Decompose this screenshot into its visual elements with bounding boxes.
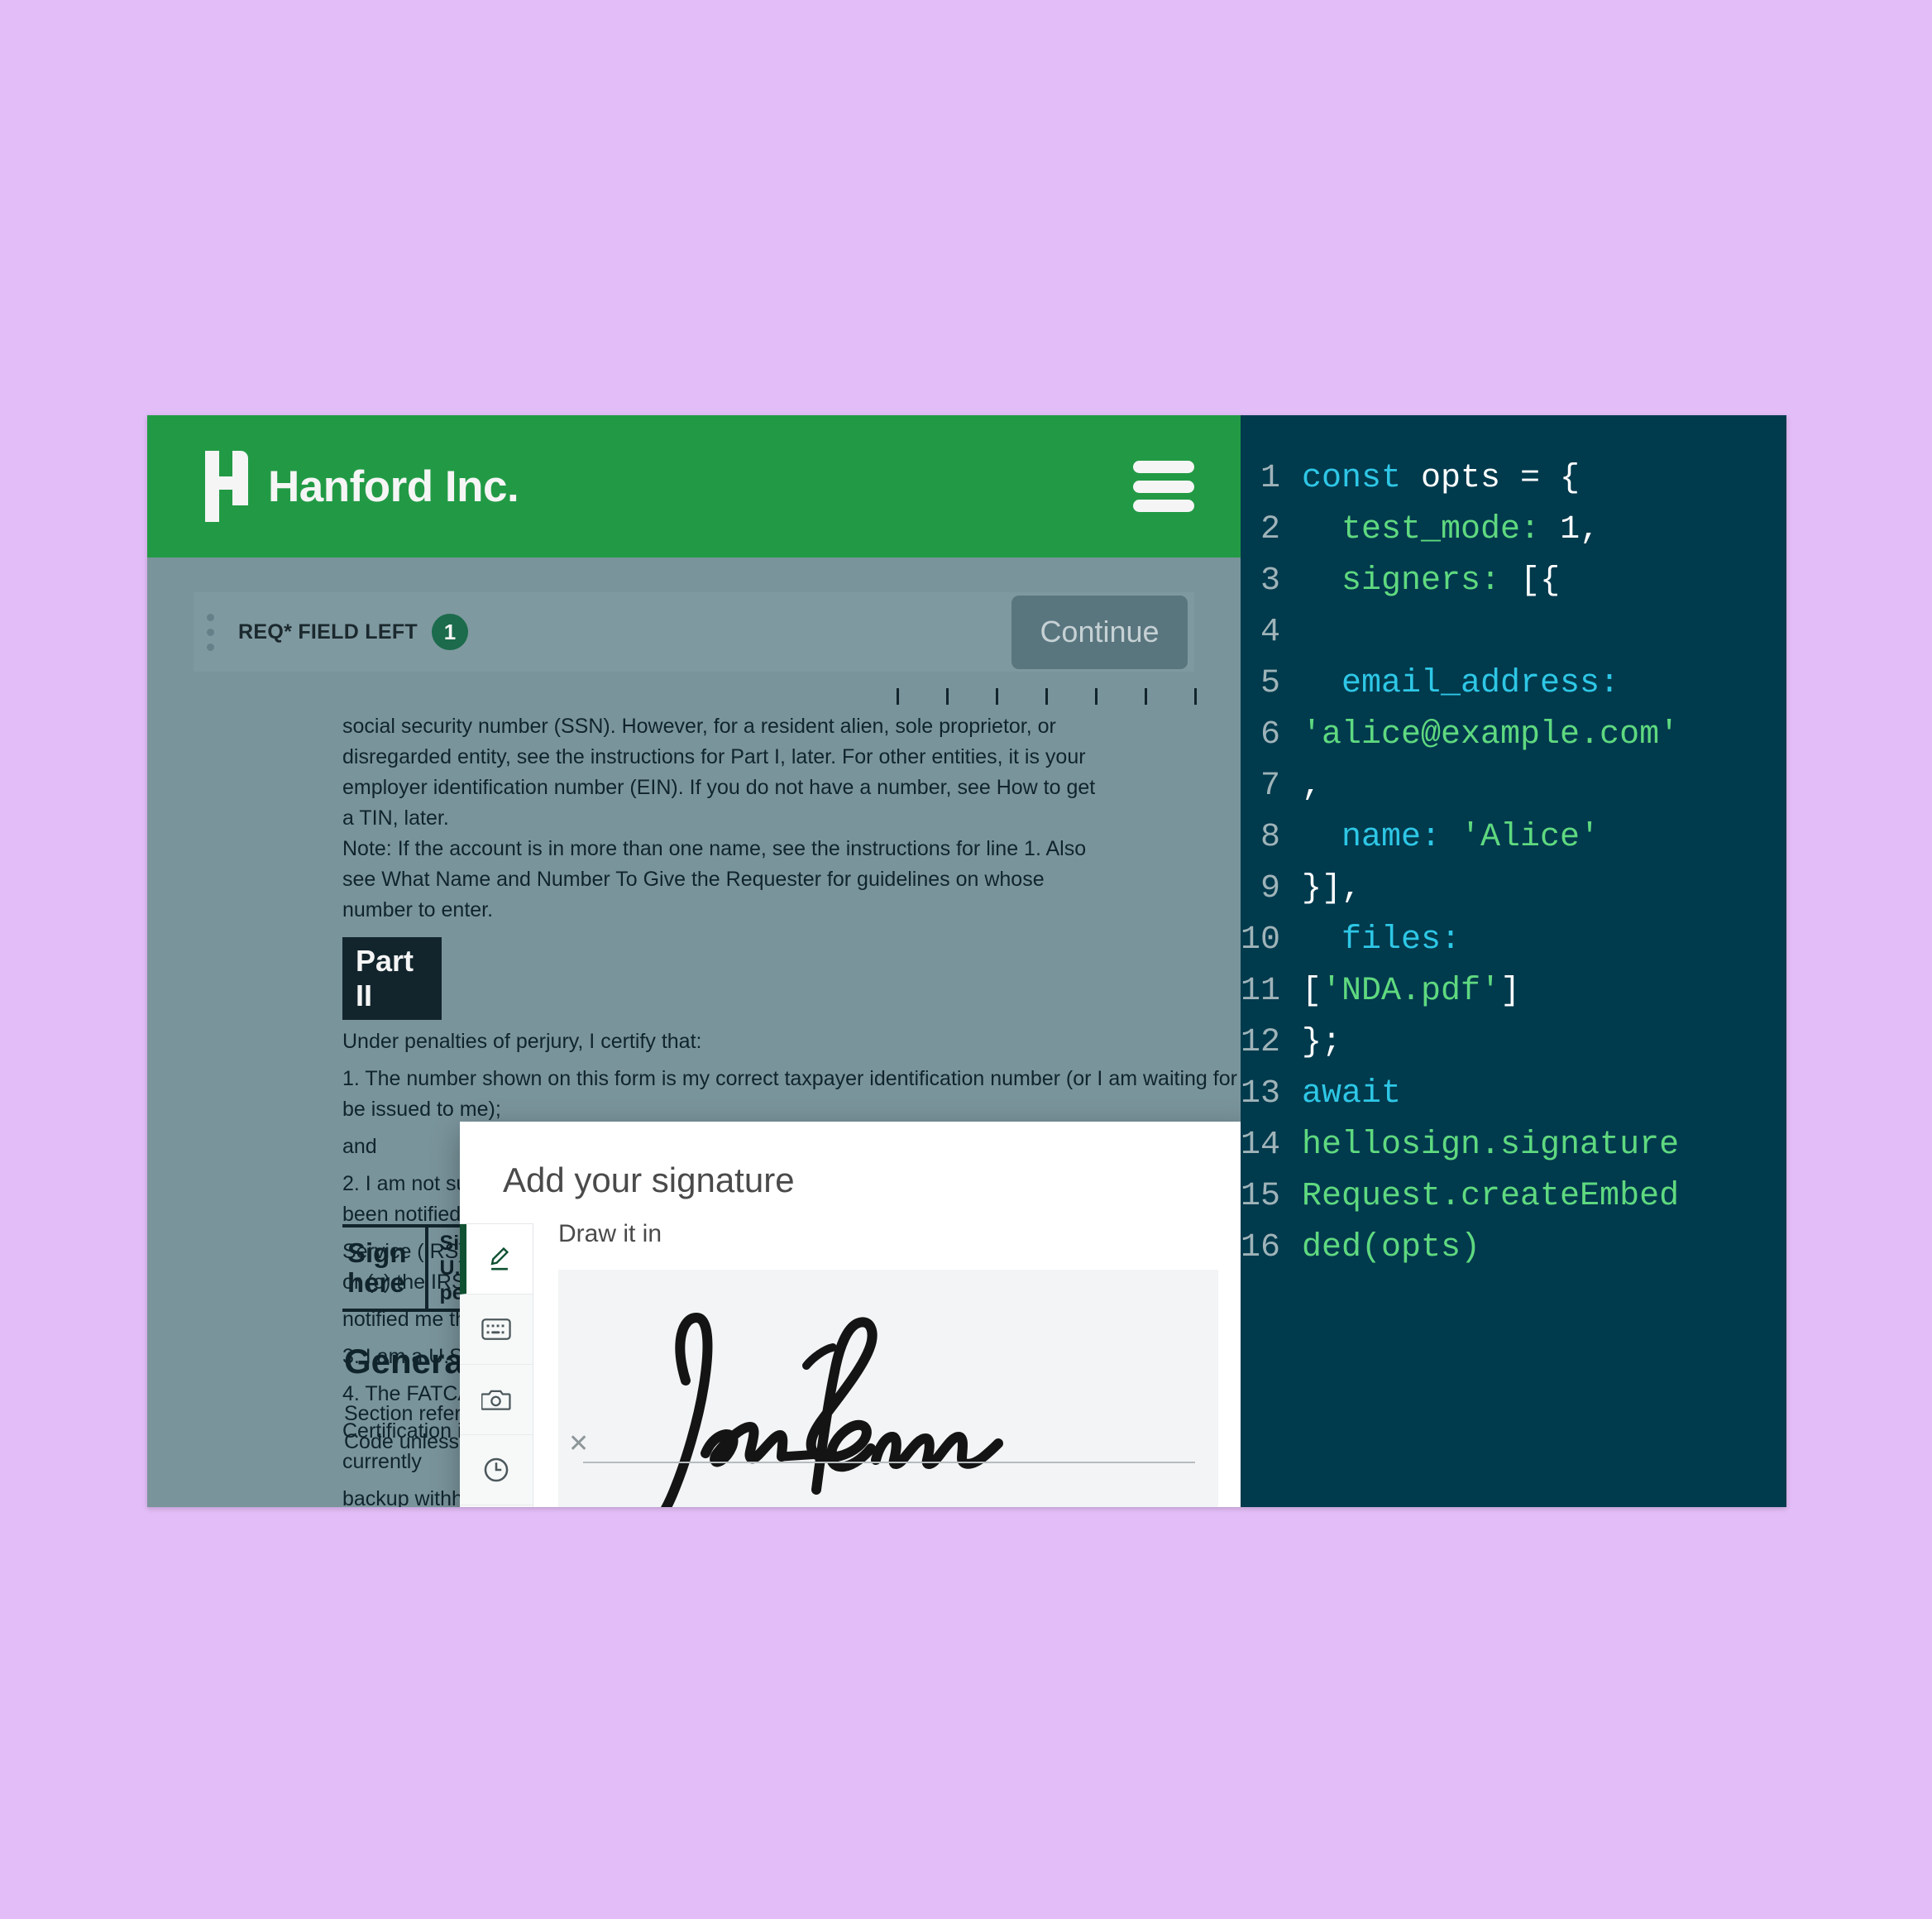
code-line-number: 9 xyxy=(1260,870,1280,907)
signing-app-panel: Hanford Inc. REQ* FIELD LEFT 1 Continue … xyxy=(147,415,1241,1507)
code-line: 5 email_address: xyxy=(1241,658,1786,710)
code-line-number: 2 xyxy=(1260,511,1280,548)
code-line: 13 await xyxy=(1241,1069,1786,1120)
form-tick-marks xyxy=(342,688,1241,711)
tab-upload[interactable] xyxy=(460,1365,533,1435)
signature-drawing xyxy=(661,1313,1003,1507)
code-line: 11 ['NDA.pdf'] xyxy=(1241,966,1786,1017)
code-line-text: name: 'Alice' xyxy=(1302,819,1600,856)
code-line-number: 7 xyxy=(1260,768,1280,805)
part-section-header: Part II xyxy=(342,937,442,1020)
document-intro-text: disregarded entity, see the instructions… xyxy=(342,745,1086,768)
modal-title: Add your signature xyxy=(503,1160,795,1199)
document-intro-text: Note: If the account is in more than one… xyxy=(342,837,1087,860)
clear-x-icon[interactable]: ✕ xyxy=(568,1432,589,1457)
signature-method-tabs xyxy=(460,1223,533,1507)
req-field-count-badge: 1 xyxy=(432,614,468,650)
code-line: 3 signers: [{ xyxy=(1241,556,1786,607)
code-line-text: await xyxy=(1302,1075,1402,1113)
code-line: 16 ded(opts) xyxy=(1241,1223,1786,1274)
brand-name: Hanford Inc. xyxy=(268,462,519,511)
drag-dots-icon[interactable] xyxy=(207,613,215,651)
code-line-number: 5 xyxy=(1260,665,1280,702)
code-line-text: const opts = { xyxy=(1302,460,1581,497)
tab-type[interactable] xyxy=(460,1294,533,1365)
code-line: 7, xyxy=(1241,761,1786,812)
code-line-text: Request.createEmbed xyxy=(1302,1178,1680,1215)
req-field-label: REQ* FIELD LEFT xyxy=(238,620,418,644)
code-line-number: 16 xyxy=(1241,1229,1281,1266)
code-line-text: files: xyxy=(1302,921,1461,959)
hanford-h-logo-icon xyxy=(205,451,248,522)
code-line: 10 files: xyxy=(1241,915,1786,966)
code-line: 14 hellosign.signature xyxy=(1241,1120,1786,1171)
certification-text: Under penalties of perjury, I certify th… xyxy=(342,1030,702,1053)
code-line: 9}], xyxy=(1241,864,1786,915)
signature-baseline xyxy=(583,1462,1195,1463)
code-line-number: 13 xyxy=(1241,1075,1281,1113)
code-line-number: 14 xyxy=(1241,1127,1281,1164)
code-line-number: 11 xyxy=(1241,973,1281,1010)
code-line-text: hellosign.signature xyxy=(1302,1127,1680,1164)
brand: Hanford Inc. xyxy=(205,451,519,522)
code-line: 8 name: 'Alice' xyxy=(1241,812,1786,864)
app-header: Hanford Inc. xyxy=(147,415,1241,558)
code-line-number: 1 xyxy=(1260,460,1280,497)
document-intro-text: employer identification number (EIN). If… xyxy=(342,776,1096,799)
app-frame: Hanford Inc. REQ* FIELD LEFT 1 Continue … xyxy=(147,415,1786,1507)
certification-text: 1. The number shown on this form is my c… xyxy=(342,1067,1241,1121)
modal-body: Draw it in ✕ xyxy=(460,1220,1241,1507)
code-line-text: test_mode: 1, xyxy=(1302,511,1600,548)
code-line-number: 4 xyxy=(1260,614,1280,651)
pen-draw-icon xyxy=(485,1245,514,1273)
draw-signature-pane: Draw it in ✕ xyxy=(533,1220,1241,1507)
signing-toolbar: REQ* FIELD LEFT 1 Continue xyxy=(194,592,1194,672)
tab-draw[interactable] xyxy=(460,1224,533,1294)
code-line: 6 'alice@example.com' xyxy=(1241,710,1786,761)
code-line-number: 12 xyxy=(1241,1024,1281,1061)
code-line: 4 xyxy=(1241,607,1786,658)
code-line-text: ded(opts) xyxy=(1302,1229,1481,1266)
code-line-number: 3 xyxy=(1260,562,1280,600)
sign-here-label: Sign here xyxy=(342,1227,428,1309)
code-line: 15 Request.createEmbed xyxy=(1241,1171,1786,1223)
code-line-text: }; xyxy=(1302,1024,1342,1061)
document-intro-text: see What Name and Number To Give the Req… xyxy=(342,868,1045,891)
add-signature-modal: Add your signature Draw it in ✕ xyxy=(460,1122,1241,1507)
pane-label: Draw it in xyxy=(558,1220,662,1247)
code-line-number: 10 xyxy=(1241,921,1281,959)
document-intro-text: a TIN, later. xyxy=(342,806,449,830)
code-line-number: 15 xyxy=(1241,1178,1281,1215)
signature-draw-canvas[interactable]: ✕ xyxy=(558,1270,1218,1507)
camera-upload-icon xyxy=(481,1387,511,1412)
code-line-number: 6 xyxy=(1260,716,1280,754)
hamburger-menu-icon[interactable] xyxy=(1133,461,1194,512)
document-intro-text: number to enter. xyxy=(342,898,494,921)
keyboard-type-icon xyxy=(481,1318,511,1341)
tab-saved[interactable] xyxy=(460,1435,533,1505)
clock-saved-icon xyxy=(482,1456,510,1484)
code-panel: 1 const opts = {2 test_mode: 1, 3 signers:… xyxy=(1241,415,1786,1507)
code-line-text: }], xyxy=(1302,870,1362,907)
code-line: 2 test_mode: 1, xyxy=(1241,505,1786,556)
code-line-number: 8 xyxy=(1260,819,1280,856)
code-line-text: signers: [{ xyxy=(1302,562,1561,600)
code-line-text: 'alice@example.com' xyxy=(1302,716,1680,754)
document-intro-text: social security number (SSN). However, f… xyxy=(342,715,1056,738)
code-line: 1 const opts = { xyxy=(1241,453,1786,505)
code-line: 12}; xyxy=(1241,1017,1786,1069)
code-line-text: ['NDA.pdf'] xyxy=(1302,973,1521,1010)
code-line-text: , xyxy=(1302,768,1322,805)
continue-button[interactable]: Continue xyxy=(1011,595,1188,669)
code-line-text: email_address: xyxy=(1302,665,1620,702)
